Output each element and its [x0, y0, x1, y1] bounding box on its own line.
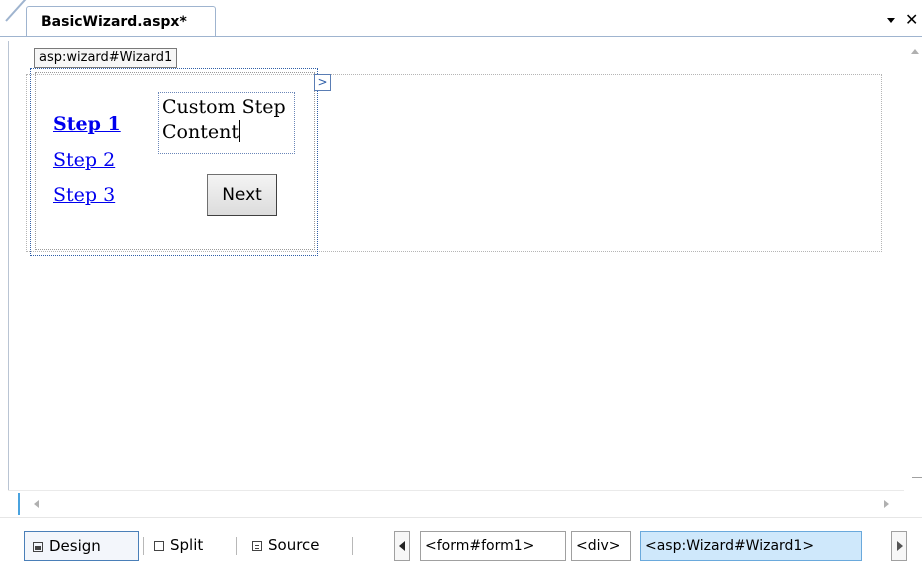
step-content-area[interactable]: Custom Step Content [158, 92, 295, 154]
design-view-icon [33, 542, 43, 552]
vertical-scrollbar[interactable] [904, 41, 922, 490]
scroll-up-arrow-icon[interactable] [911, 49, 919, 54]
scroll-right-arrow-icon[interactable] [884, 500, 889, 508]
document-tab-title: BasicWizard.aspx* [41, 14, 187, 30]
tab-underline [0, 36, 922, 37]
breadcrumb-item-div[interactable]: <div> [571, 531, 631, 561]
design-view-label: Design [49, 537, 101, 555]
view-switcher-bar: Design Split Source <form#form1> <div> <… [0, 517, 922, 569]
text-caret [238, 120, 240, 142]
breadcrumb-scroll-left-button[interactable] [394, 531, 410, 561]
scroll-down-arrow-icon[interactable] [912, 477, 922, 478]
step-content-text: Custom Step Content [162, 96, 286, 143]
split-view-button[interactable]: Split [152, 531, 232, 561]
document-tab[interactable]: BasicWizard.aspx* [26, 6, 216, 36]
arrow-left-icon [399, 541, 405, 551]
split-view-label: Split [170, 536, 204, 554]
horizontal-scrollbar[interactable] [8, 490, 904, 517]
scroll-grip[interactable] [18, 493, 20, 515]
separator [352, 537, 353, 555]
arrow-right-icon [897, 541, 903, 551]
control-tag[interactable]: asp:wizard#Wizard1 [34, 48, 178, 68]
design-view-button[interactable]: Design [24, 531, 139, 561]
breadcrumb-item-form[interactable]: <form#form1> [420, 531, 566, 561]
split-view-icon [154, 541, 164, 551]
source-view-label: Source [268, 536, 320, 554]
breadcrumb-scroll-right-button[interactable] [891, 531, 907, 561]
sidebar-step-1-link[interactable]: Step 1 [53, 113, 121, 135]
source-view-icon [252, 541, 262, 551]
source-view-button[interactable]: Source [250, 531, 342, 561]
sidebar-step-2-link[interactable]: Step 2 [53, 149, 115, 171]
separator [236, 537, 237, 555]
separator [143, 537, 144, 555]
close-icon[interactable]: ✕ [905, 12, 918, 28]
next-button[interactable]: Next [207, 174, 277, 216]
smart-tag-button[interactable]: > [314, 74, 331, 91]
breadcrumb-item-wizard[interactable]: <asp:Wizard#Wizard1> [640, 531, 862, 561]
sidebar-step-3-link[interactable]: Step 3 [53, 184, 115, 206]
tab-edge [5, 0, 27, 22]
chevron-down-icon[interactable] [885, 14, 897, 26]
document-tab-strip: BasicWizard.aspx* ✕ [0, 0, 922, 42]
scroll-left-arrow-icon[interactable] [34, 500, 39, 508]
